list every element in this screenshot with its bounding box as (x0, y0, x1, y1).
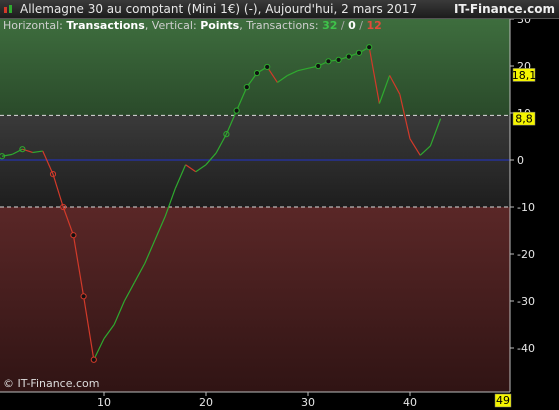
transactions-label: , Transactions: (239, 19, 319, 32)
x-tick-label: 40 (403, 396, 417, 409)
chart-canvas: 3020100-10-20-30-401020304018,18,849 (0, 13, 537, 409)
trade-point (325, 58, 332, 65)
y-tick-label: 0 (517, 154, 524, 167)
trade-point (345, 53, 352, 60)
transactions-sep-1: / (337, 19, 349, 32)
trade-point (70, 232, 77, 239)
candlestick-icon (4, 5, 12, 13)
upper-value-marker: 8,8 (515, 113, 533, 126)
x-tick-label: 30 (301, 396, 315, 409)
transactions-total: 32 (322, 19, 338, 32)
trade-point (233, 107, 240, 114)
last-value-marker: 18,1 (512, 69, 537, 82)
chart-subtitle: Horizontal: Transactions, Vertical: Poin… (3, 19, 382, 32)
brand-label: IT-Finance.com (453, 2, 555, 16)
neutral-zone (0, 115, 510, 207)
transactions-neutral: 0 (348, 19, 356, 32)
loss-zone (0, 207, 510, 392)
y-tick-label: -30 (517, 295, 535, 308)
title-bar: Allemagne 30 au comptant (Mini 1€) (-), … (0, 0, 559, 19)
trade-point (253, 69, 261, 77)
vertical-label: , Vertical: (144, 19, 197, 32)
transactions-losing: 12 (366, 19, 382, 32)
trade-point (366, 44, 373, 51)
y-tick-label: -10 (517, 201, 535, 214)
trade-point (80, 293, 87, 300)
x-tick-label: 20 (199, 396, 213, 409)
profit-zone (0, 18, 510, 116)
x-max-marker: 49 (496, 394, 510, 407)
transactions-sep-2: / (355, 19, 367, 32)
trade-point (355, 49, 363, 56)
trade-point (315, 62, 322, 70)
chart-window: { "window": { "title": "Allemagne 30 au … (0, 0, 559, 410)
horizontal-label: Horizontal: (3, 19, 63, 32)
horizontal-value: Transactions (66, 19, 145, 32)
trade-point (335, 56, 342, 63)
trade-point (243, 84, 250, 91)
copyright-label: © IT-Finance.com (3, 377, 100, 390)
vertical-value: Points (200, 19, 240, 32)
y-tick-label: -20 (517, 248, 535, 261)
y-tick-label: -40 (517, 342, 535, 355)
chart-title: Allemagne 30 au comptant (Mini 1€) (-), … (20, 2, 418, 16)
trade-point (264, 63, 271, 71)
trade-point (90, 356, 97, 363)
x-tick-label: 10 (97, 396, 111, 409)
